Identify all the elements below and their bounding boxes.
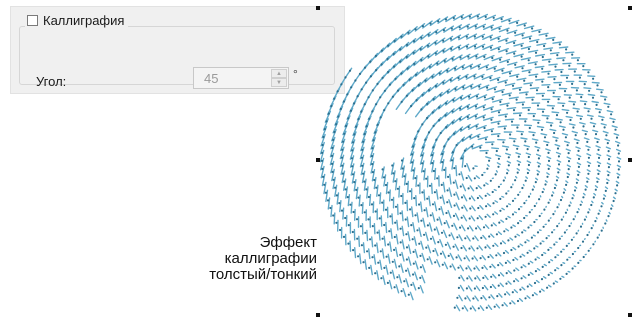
selection-handle-middle-right[interactable] (628, 158, 632, 162)
caption-line-3: толстый/тонкий (209, 266, 317, 283)
selection-handle-top-left[interactable] (316, 6, 320, 10)
caption-line-2: каллиграфии (224, 250, 317, 267)
stitch-needle-points (320, 15, 621, 310)
selection-handle-bottom-right[interactable] (628, 313, 632, 317)
selection-handle-middle-left[interactable] (316, 158, 320, 162)
stitch-lines (319, 13, 622, 312)
effect-caption: Эффект каллиграфии толстый/тонкий (117, 235, 317, 283)
stitch-path (319, 13, 622, 312)
selection-handle-bottom-left[interactable] (316, 313, 320, 317)
selection-handle-top-right[interactable] (628, 6, 632, 10)
caption-line-1: Эффект (259, 234, 317, 251)
